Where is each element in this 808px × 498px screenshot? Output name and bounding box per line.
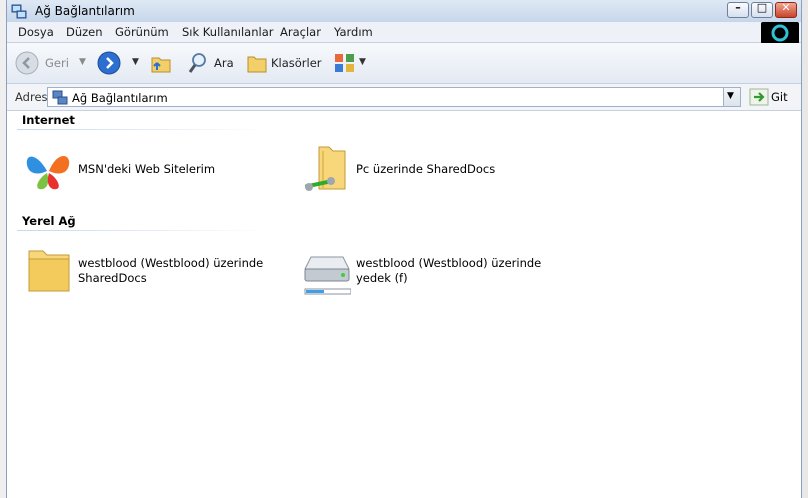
chevron-down-icon: ▼ xyxy=(727,91,734,101)
folders-button[interactable]: Klasörler xyxy=(271,56,322,70)
menu-sik-kullanilanlar[interactable]: Sık Kullanılanlar xyxy=(182,25,274,39)
item-label: Pc üzerinde SharedDocs xyxy=(356,162,496,176)
windows-logo-icon xyxy=(761,22,799,44)
forward-arrow-icon[interactable] xyxy=(97,51,121,75)
item-label: westblood (Westblood) üzerinde yedek (f) xyxy=(356,256,542,285)
menu-duzen[interactable]: Düzen xyxy=(66,25,103,39)
minimize-icon: – xyxy=(735,1,741,14)
search-button[interactable]: Ara xyxy=(214,56,234,70)
back-dropdown-icon[interactable]: ▼ xyxy=(79,57,86,67)
search-icon[interactable] xyxy=(187,51,209,75)
menu-gorunum[interactable]: Görünüm xyxy=(115,25,169,39)
back-button[interactable]: Geri xyxy=(45,56,69,70)
group-divider xyxy=(17,230,267,231)
go-arrow-icon[interactable] xyxy=(749,88,769,106)
folder-icon xyxy=(28,250,70,292)
back-arrow-icon[interactable] xyxy=(15,51,39,75)
address-value: Ağ Bağlantılarım xyxy=(72,91,168,105)
views-icon[interactable] xyxy=(333,52,357,74)
menu-araclar[interactable]: Araçlar xyxy=(280,25,321,39)
folders-icon[interactable] xyxy=(246,52,268,74)
list-item-pc-shareddocs[interactable]: Pc üzerinde SharedDocs xyxy=(301,145,571,205)
group-header-yerel-ag: Yerel Ağ xyxy=(22,214,76,228)
maximize-icon: □ xyxy=(756,1,768,14)
toolbar: Geri ▼ ▼ Ara Klasörler ▼ xyxy=(7,43,801,84)
window-title: Ağ Bağlantılarım xyxy=(35,4,135,18)
maximize-button[interactable]: □ xyxy=(751,1,773,18)
group-divider xyxy=(17,129,267,130)
file-list-pane[interactable]: Internet MSN'deki Web Sitelerim Pc üzeri… xyxy=(7,111,801,498)
network-connections-icon xyxy=(11,4,27,19)
close-icon: ✕ xyxy=(781,1,791,14)
list-item-msn-web-sites[interactable]: MSN'deki Web Sitelerim xyxy=(23,145,293,205)
address-label: Adres xyxy=(15,90,48,104)
go-button[interactable]: Git xyxy=(771,90,788,104)
network-connections-icon xyxy=(52,90,68,105)
explorer-window: Ağ Bağlantılarım – □ ✕ Dosya Düzen Görün… xyxy=(6,0,802,498)
menu-bar: Dosya Düzen Görünüm Sık Kullanılanlar Ar… xyxy=(7,22,801,44)
close-button[interactable]: ✕ xyxy=(775,1,797,18)
item-label: MSN'deki Web Sitelerim xyxy=(78,162,216,176)
network-folder-icon xyxy=(304,146,346,191)
address-bar: Adres Ağ Bağlantılarım ▼ Git xyxy=(7,84,801,111)
group-header-internet: Internet xyxy=(22,113,75,127)
item-label: westblood (Westblood) üzerinde SharedDoc… xyxy=(78,256,264,285)
address-dropdown-button[interactable]: ▼ xyxy=(723,88,740,106)
background-window-right xyxy=(802,0,808,498)
title-bar[interactable]: Ağ Bağlantılarım – □ ✕ xyxy=(7,0,801,23)
list-item-westblood-yedek[interactable]: westblood (Westblood) üzerinde yedek (f) xyxy=(301,245,571,305)
msn-butterfly-icon xyxy=(26,155,70,190)
list-item-westblood-shareddocs[interactable]: westblood (Westblood) üzerinde SharedDoc… xyxy=(23,245,293,305)
network-drive-icon xyxy=(304,256,351,295)
address-input[interactable]: Ağ Bağlantılarım ▼ xyxy=(47,87,741,107)
minimize-button[interactable]: – xyxy=(727,1,749,18)
menu-dosya[interactable]: Dosya xyxy=(18,25,54,39)
menu-yardim[interactable]: Yardım xyxy=(334,25,373,39)
up-folder-icon[interactable] xyxy=(149,52,173,74)
views-dropdown-icon[interactable]: ▼ xyxy=(359,57,366,67)
forward-dropdown-icon[interactable]: ▼ xyxy=(132,57,139,67)
